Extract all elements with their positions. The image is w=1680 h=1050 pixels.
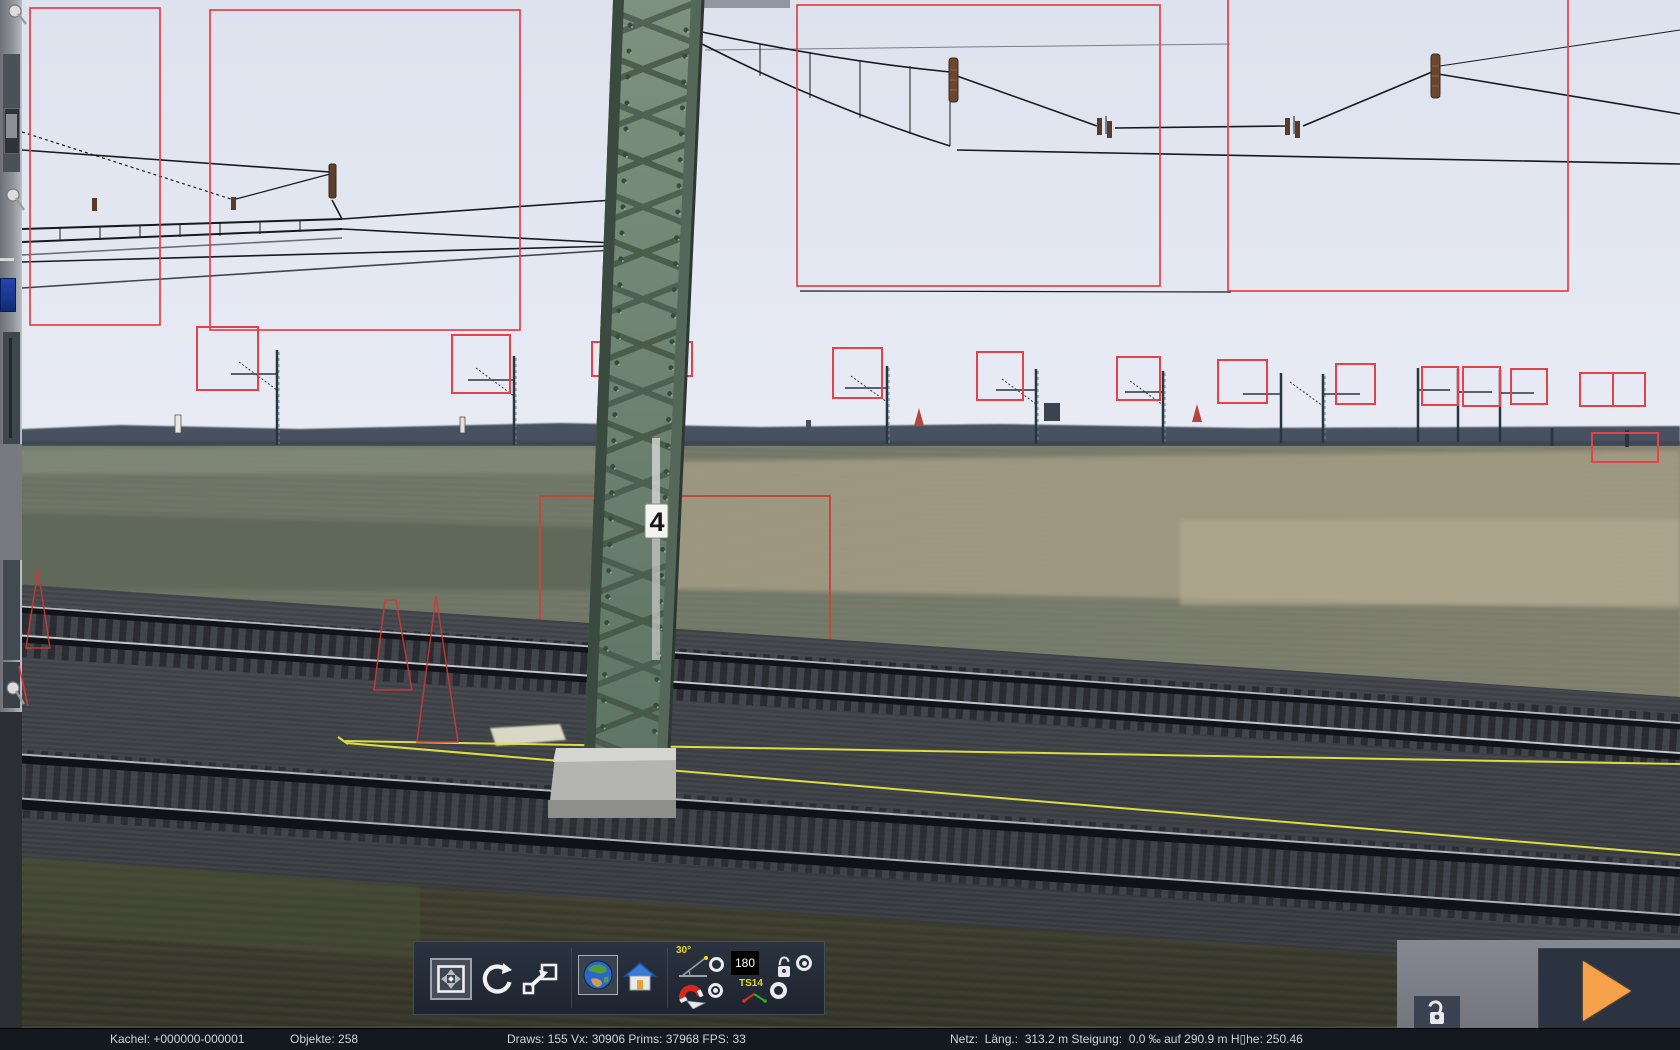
viewport-scene: 4: [0, 0, 1680, 1028]
move-icon: [437, 965, 465, 993]
ts-direction-icon[interactable]: [741, 990, 769, 1005]
dock-panel-slot: [3, 560, 20, 660]
ts-label: TS14: [739, 978, 763, 989]
magnet-icon[interactable]: [675, 979, 709, 1009]
toolbar-divider: [667, 948, 668, 1008]
dock-slot-line: [9, 338, 12, 438]
home-icon: [623, 962, 657, 991]
rotation-step-value[interactable]: 180: [731, 951, 759, 975]
dock-divider: [0, 258, 14, 261]
status-performance: Draws: 155 Vx: 30906 Prims: 37968 FPS: 3…: [507, 1032, 746, 1046]
pin-icon[interactable]: [4, 186, 28, 214]
magnet-radio-selected[interactable]: [708, 983, 723, 998]
left-dock-panel[interactable]: [0, 0, 29, 1028]
dock-selection-line: [18, 665, 29, 707]
pin-icon[interactable]: [6, 2, 30, 28]
status-bar: Kachel: +000000-000001 Objekte: 258 Draw…: [0, 1028, 1680, 1050]
move-tool-button[interactable]: [430, 958, 472, 1000]
rotate-icon: [482, 963, 512, 994]
rotation-radio-selected[interactable]: [796, 955, 812, 971]
play-button[interactable]: [1583, 961, 1631, 1021]
rotate-tool-button[interactable]: [476, 958, 518, 1000]
dock-item-blue[interactable]: [0, 278, 16, 312]
dock-thumbnail-image: [6, 114, 17, 138]
slope-angle-icon[interactable]: [677, 956, 709, 980]
lock-open-icon: [1428, 1000, 1444, 1024]
svg-text:4: 4: [649, 507, 664, 537]
status-tile: Kachel: +000000-000001: [110, 1032, 245, 1046]
mast-sign: 4: [644, 503, 669, 539]
home-camera-button[interactable]: [621, 957, 659, 997]
viewport-3d[interactable]: 4: [0, 0, 1680, 1028]
dock-segment: [0, 444, 22, 560]
edit-toolbar: 30° 180 TS14: [413, 941, 825, 1015]
scale-tool-button[interactable]: [518, 958, 562, 1000]
globe-view-button[interactable]: [578, 955, 618, 995]
slope-angle-label: 30°: [676, 945, 692, 956]
lock-button[interactable]: [1414, 996, 1460, 1028]
slope-radio[interactable]: [709, 957, 724, 972]
lock-open-icon[interactable]: [774, 953, 794, 981]
globe-icon: [583, 960, 613, 990]
status-network: Netz: Läng.: 313.2 m Steigung: 0.0 ‰ auf…: [950, 1032, 1303, 1046]
status-objects: Objekte: 258: [290, 1032, 359, 1046]
scale-icon: [522, 963, 558, 995]
toolbar-divider: [571, 948, 572, 1008]
ts-radio[interactable]: [770, 982, 787, 999]
dock-bottom: [0, 712, 22, 1028]
